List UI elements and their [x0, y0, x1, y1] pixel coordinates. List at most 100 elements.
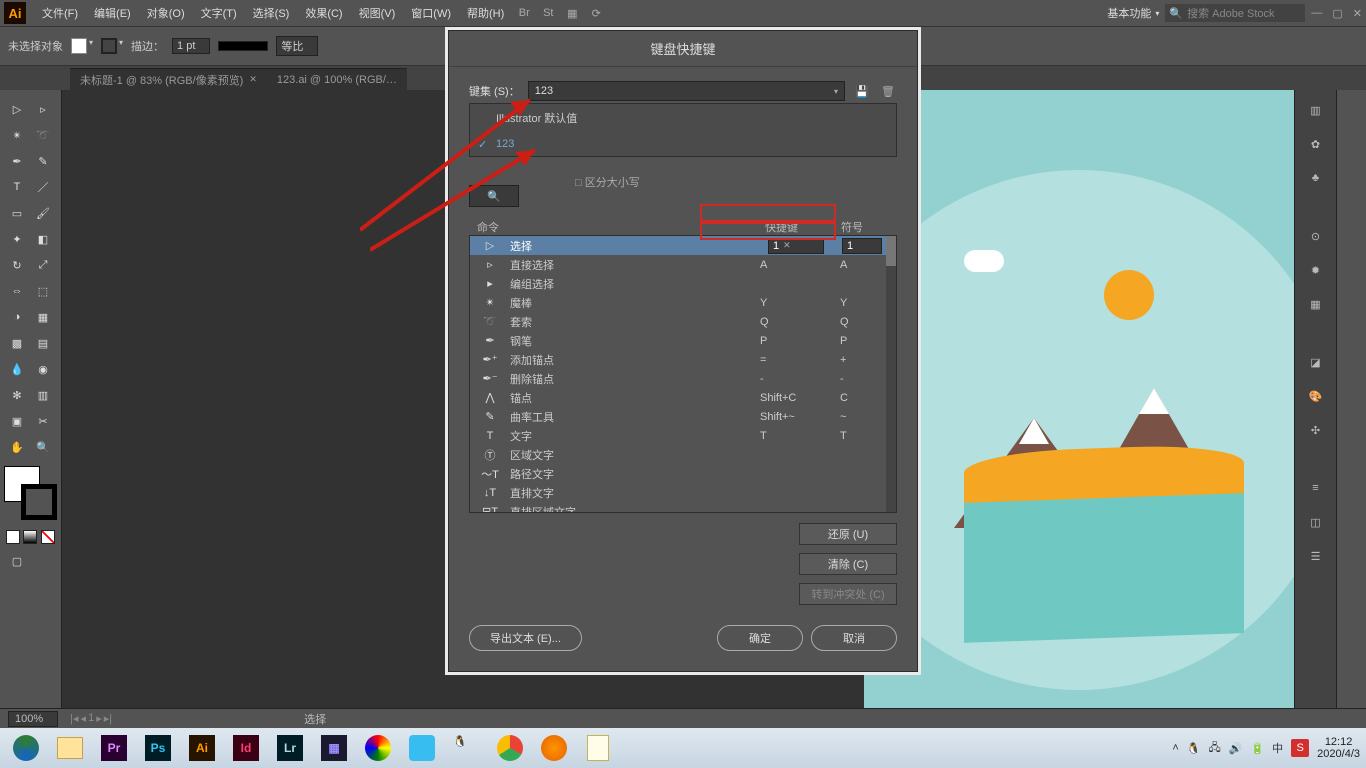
- width-tool[interactable]: ⇔: [4, 278, 30, 304]
- line-tool[interactable]: ／: [30, 174, 56, 200]
- stroke-swatch[interactable]: [101, 38, 117, 54]
- symbol-input[interactable]: 1: [842, 238, 882, 254]
- search-shortcut[interactable]: 🔍: [469, 185, 519, 207]
- taskbar-app-misc2[interactable]: [402, 732, 442, 764]
- list-item[interactable]: ▸编组选择: [470, 274, 896, 293]
- color-mode-gradient[interactable]: [23, 530, 37, 544]
- tray-battery-icon[interactable]: 🔋: [1250, 742, 1264, 755]
- color-mode-none[interactable]: [41, 530, 55, 544]
- list-item[interactable]: ✒⁺添加锚点=+: [470, 350, 896, 369]
- libraries-panel-icon[interactable]: ✿: [1304, 132, 1328, 156]
- window-minimize-icon[interactable]: —: [1311, 7, 1322, 20]
- color-panel-icon[interactable]: ♣: [1304, 166, 1328, 190]
- arrange-docs-icon[interactable]: ▦: [562, 3, 582, 23]
- stroke-width-select[interactable]: 1 pt: [172, 38, 210, 54]
- delete-set-icon[interactable]: 🗑: [879, 85, 897, 98]
- tray-volume-icon[interactable]: 🔊: [1229, 742, 1243, 755]
- clear-button[interactable]: 清除 (C): [799, 553, 897, 575]
- rectangle-tool[interactable]: ▭: [4, 200, 30, 226]
- shaper-tool[interactable]: ✦: [4, 226, 30, 252]
- list-item[interactable]: ✒⁻删除锚点--: [470, 369, 896, 388]
- properties-panel-icon[interactable]: ▥: [1304, 98, 1328, 122]
- free-transform-tool[interactable]: ⬚: [30, 278, 56, 304]
- system-tray[interactable]: ˄ 🐧 🖧 🔊 🔋 中 S 12:12 2020/4/3: [1172, 736, 1360, 760]
- list-item[interactable]: ▹直接选择AA: [470, 255, 896, 274]
- stroke-panel-icon[interactable]: ≡: [1304, 476, 1328, 500]
- menu-view[interactable]: 视图(V): [351, 0, 404, 26]
- set-option-default[interactable]: Illustrator 默认值: [470, 104, 896, 132]
- list-item[interactable]: ➰套索QQ: [470, 312, 896, 331]
- taskbar-app-chrome[interactable]: [490, 732, 530, 764]
- doc-tab-1[interactable]: 未标题-1 @ 83% (RGB/像素预览)✕: [70, 68, 267, 90]
- taskbar-clock[interactable]: 12:12 2020/4/3: [1317, 736, 1360, 760]
- magic-wand-tool[interactable]: ✴: [4, 122, 30, 148]
- lasso-tool[interactable]: ➰: [30, 122, 56, 148]
- list-item[interactable]: Ⓣ区域文字: [470, 445, 896, 464]
- eyedropper-tool[interactable]: 💧: [4, 356, 30, 382]
- stock-search[interactable]: 🔍搜索 Adobe Stock: [1165, 4, 1305, 22]
- direct-selection-tool[interactable]: ▹: [30, 96, 56, 122]
- list-scrollbar[interactable]: [886, 236, 896, 512]
- taskbar-app-lightroom[interactable]: Lr: [270, 732, 310, 764]
- list-item[interactable]: ✴魔棒YY: [470, 293, 896, 312]
- menu-effect[interactable]: 效果(C): [297, 0, 350, 26]
- list-item[interactable]: ✒钢笔PP: [470, 331, 896, 350]
- pathfinder-icon[interactable]: ◪: [1304, 350, 1328, 374]
- taskbar-app-qq[interactable]: 🐧: [446, 732, 486, 764]
- taskbar-app-photoshop[interactable]: Ps: [138, 732, 178, 764]
- screen-mode[interactable]: ▢: [4, 548, 30, 574]
- pen-tool[interactable]: ✒: [4, 148, 30, 174]
- list-item[interactable]: T文字TT: [470, 426, 896, 445]
- transparency-icon[interactable]: ◫: [1304, 510, 1328, 534]
- menu-window[interactable]: 窗口(W): [403, 0, 459, 26]
- list-item[interactable]: ▷ 选择 1✕ 1: [470, 236, 896, 255]
- zoom-level[interactable]: 100%: [8, 711, 58, 727]
- color-mode-solid[interactable]: [6, 530, 20, 544]
- save-set-icon[interactable]: 💾: [853, 85, 871, 98]
- taskbar-app-mediaencoder[interactable]: ▦: [314, 732, 354, 764]
- taskbar-app-firefox[interactable]: [534, 732, 574, 764]
- curvature-tool[interactable]: ✎: [30, 148, 56, 174]
- menu-object[interactable]: 对象(O): [139, 0, 193, 26]
- type-tool[interactable]: T: [4, 174, 30, 200]
- brushes-icon[interactable]: 🎨: [1304, 384, 1328, 408]
- tray-up-icon[interactable]: ˄: [1172, 742, 1178, 754]
- close-icon[interactable]: ✕: [249, 74, 257, 85]
- scale-tool[interactable]: ⤢: [30, 252, 56, 278]
- case-sensitive-checkbox[interactable]: □ 区分大小写: [525, 174, 640, 190]
- swatches-panel-icon[interactable]: ▦: [1304, 292, 1328, 316]
- stroke-profile[interactable]: [218, 41, 268, 51]
- stroke-uniform-select[interactable]: 等比: [276, 36, 318, 56]
- menu-help[interactable]: 帮助(H): [459, 0, 512, 26]
- tray-sogou-icon[interactable]: S: [1291, 739, 1309, 757]
- bridge-icon[interactable]: Br: [514, 3, 534, 23]
- artboard-tool[interactable]: ▣: [4, 408, 30, 434]
- taskbar-app-explorer[interactable]: [50, 732, 90, 764]
- workspace-selector[interactable]: 基本功能▾: [1107, 5, 1159, 21]
- selection-tool[interactable]: ▷: [4, 96, 30, 122]
- zoom-tool[interactable]: 🔍: [30, 434, 56, 460]
- eraser-tool[interactable]: ◧: [30, 226, 56, 252]
- shortcut-input[interactable]: 1✕: [768, 238, 824, 254]
- taskbar-app-indesign[interactable]: Id: [226, 732, 266, 764]
- window-maximize-icon[interactable]: ▢: [1332, 7, 1342, 20]
- menu-type[interactable]: 文字(T): [193, 0, 245, 26]
- shape-builder-tool[interactable]: ◑: [4, 304, 30, 330]
- ok-button[interactable]: 确定: [717, 625, 803, 651]
- symbol-sprayer-tool[interactable]: ✻: [4, 382, 30, 408]
- taskbar-app-illustrator[interactable]: Ai: [182, 732, 222, 764]
- menu-edit[interactable]: 编辑(E): [86, 0, 139, 26]
- blend-tool[interactable]: ◉: [30, 356, 56, 382]
- set-option-123[interactable]: 123: [470, 132, 896, 156]
- tray-qq-icon[interactable]: 🐧: [1187, 742, 1201, 755]
- gpu-icon[interactable]: ⟳: [586, 3, 606, 23]
- menu-file[interactable]: 文件(F): [34, 0, 86, 26]
- services-panel-icon[interactable]: ✹: [1304, 258, 1328, 282]
- export-text-button[interactable]: 导出文本 (E)...: [469, 625, 582, 651]
- taskbar-app-misc1[interactable]: [358, 732, 398, 764]
- command-list[interactable]: ▷ 选择 1✕ 1 ▹直接选择AA ▸编组选择 ✴魔棒YY ➰套索QQ ✒钢笔P…: [469, 235, 897, 513]
- color-preview[interactable]: [4, 466, 57, 520]
- list-item[interactable]: ✎曲率工具Shift+~~: [470, 407, 896, 426]
- window-close-icon[interactable]: ✕: [1353, 7, 1362, 20]
- list-item[interactable]: 〜T路径文字: [470, 464, 896, 483]
